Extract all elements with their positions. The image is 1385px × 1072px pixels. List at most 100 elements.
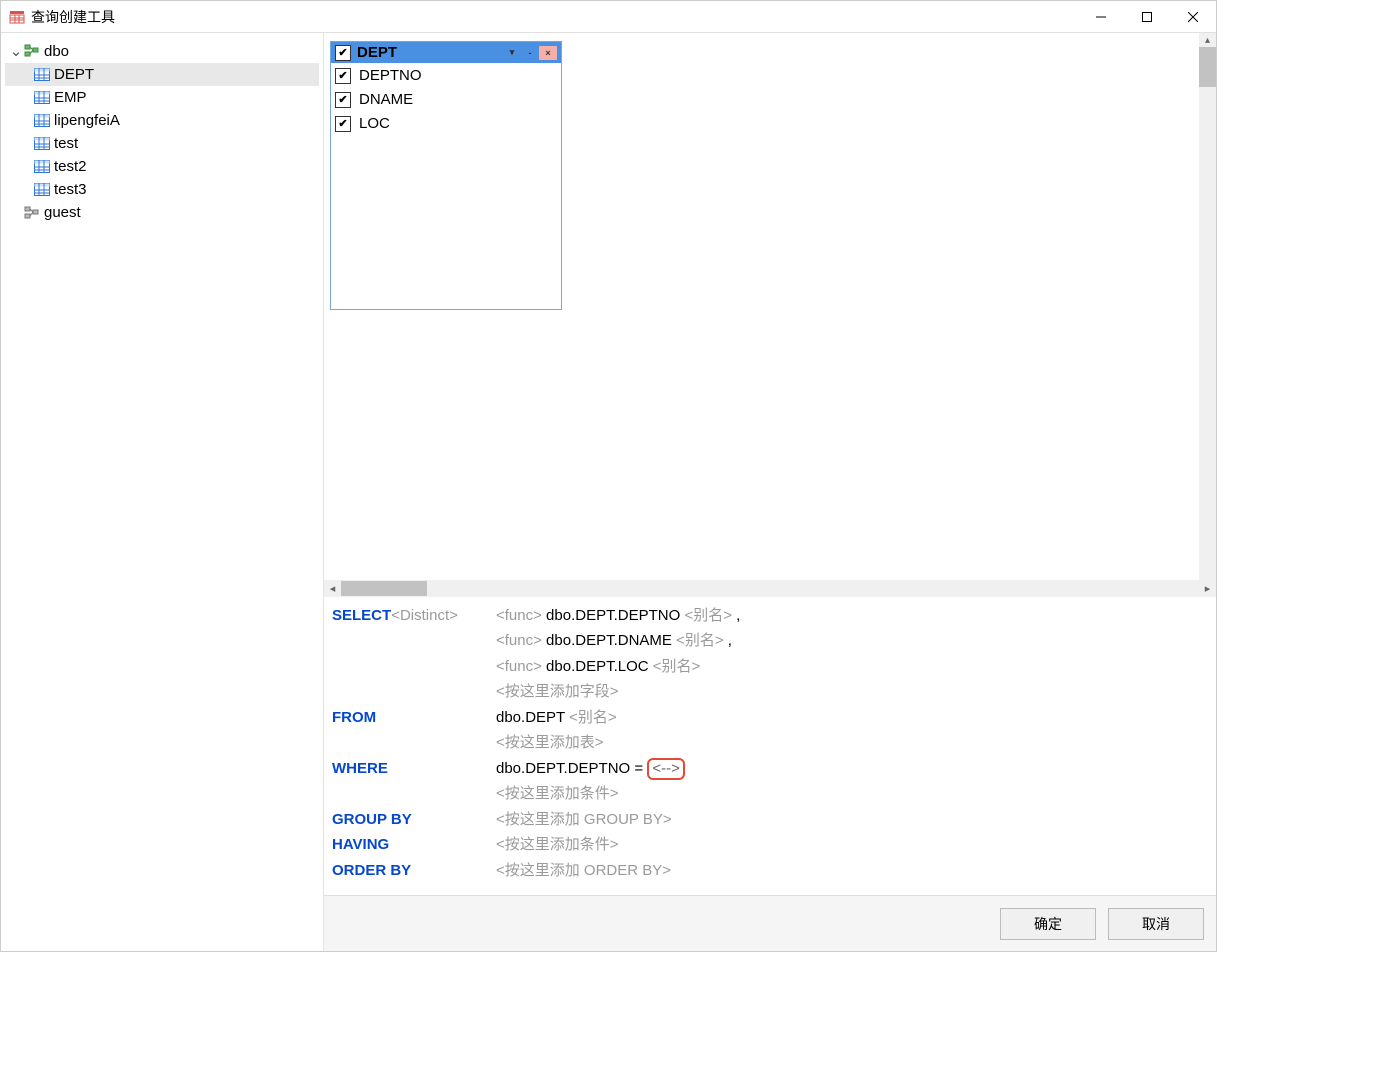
- scrollbar-thumb[interactable]: [1199, 47, 1216, 87]
- main-area: ✔ DEPT ▾ - × ✔ DEPTNO: [323, 33, 1216, 951]
- tree-item-guest[interactable]: guest: [5, 201, 319, 224]
- footer: 确定 取消: [324, 895, 1216, 951]
- tree-item-label: lipengfeiA: [54, 112, 120, 129]
- tree-root-label: dbo: [44, 43, 69, 60]
- select-field[interactable]: dbo.DEPT.DNAME: [546, 632, 672, 649]
- select-field-row[interactable]: <func> dbo.DEPT.LOC <别名>: [496, 654, 1208, 680]
- where-value-placeholder[interactable]: <-->: [647, 758, 685, 780]
- table-box-close-icon[interactable]: ×: [539, 46, 557, 60]
- column-checkbox[interactable]: ✔: [335, 116, 351, 132]
- table-icon: [33, 68, 51, 82]
- window-title: 查询创建工具: [31, 7, 1078, 27]
- maximize-button[interactable]: [1124, 1, 1170, 33]
- where-cond-row[interactable]: dbo.DEPT.DEPTNO = <-->: [496, 756, 1208, 782]
- add-having-hint[interactable]: <按这里添加条件>: [496, 832, 1208, 858]
- add-field-hint[interactable]: <按这里添加字段>: [496, 679, 1208, 705]
- column-name: DNAME: [359, 91, 413, 108]
- add-condition-hint[interactable]: <按这里添加条件>: [496, 781, 1208, 807]
- tree-root-dbo[interactable]: ⌄ dbo: [5, 39, 319, 63]
- column-row[interactable]: ✔ DEPTNO: [331, 63, 561, 87]
- comma: ,: [728, 632, 732, 649]
- sql-having-row: HAVING <按这里添加条件>: [332, 832, 1208, 858]
- groupby-keyword[interactable]: GROUP BY: [332, 807, 496, 833]
- minimize-button[interactable]: [1078, 1, 1124, 33]
- column-name: LOC: [359, 115, 390, 132]
- scroll-up-icon[interactable]: ▴: [1199, 33, 1216, 47]
- table-box-menu-icon[interactable]: ▾: [503, 46, 521, 60]
- design-canvas[interactable]: ✔ DEPT ▾ - × ✔ DEPTNO: [324, 33, 1216, 580]
- chevron-down-icon: ⌄: [9, 42, 23, 60]
- alias-hint[interactable]: <别名>: [676, 632, 724, 649]
- tree-item-emp[interactable]: EMP: [5, 86, 319, 109]
- select-field-row[interactable]: <func> dbo.DEPT.DEPTNO <别名> ,: [496, 603, 1208, 629]
- select-all-checkbox[interactable]: ✔: [335, 45, 351, 61]
- func-hint[interactable]: <func>: [496, 607, 542, 624]
- select-field-row[interactable]: <func> dbo.DEPT.DNAME <别名> ,: [496, 628, 1208, 654]
- func-hint[interactable]: <func>: [496, 658, 542, 675]
- scroll-left-icon[interactable]: ◂: [324, 580, 341, 597]
- from-body: dbo.DEPT <别名> <按这里添加表>: [496, 705, 1208, 756]
- add-orderby-hint[interactable]: <按这里添加 ORDER BY>: [496, 858, 1208, 884]
- tree-item-label: test: [54, 135, 78, 152]
- titlebar: 查询创建工具: [1, 1, 1216, 33]
- select-field[interactable]: dbo.DEPT.DEPTNO: [546, 607, 680, 624]
- select-body: <func> dbo.DEPT.DEPTNO <别名> , <func> dbo…: [496, 603, 1208, 705]
- comma: ,: [736, 607, 740, 624]
- tree-item-lipengfeia[interactable]: lipengfeiA: [5, 109, 319, 132]
- where-keyword[interactable]: WHERE: [332, 756, 496, 807]
- schema-icon: [23, 44, 41, 58]
- add-table-hint[interactable]: <按这里添加表>: [496, 730, 1208, 756]
- having-keyword[interactable]: HAVING: [332, 832, 496, 858]
- cancel-button[interactable]: 取消: [1108, 908, 1204, 940]
- tree-item-test3[interactable]: test3: [5, 178, 319, 201]
- add-groupby-hint[interactable]: <按这里添加 GROUP BY>: [496, 807, 1208, 833]
- where-op[interactable]: =: [634, 760, 647, 777]
- schema-icon: [23, 206, 41, 220]
- tree-item-label: guest: [44, 204, 81, 221]
- tree-item-dept[interactable]: DEPT: [5, 63, 319, 86]
- column-row[interactable]: ✔ LOC: [331, 111, 561, 135]
- tree-item-test[interactable]: test: [5, 132, 319, 155]
- sql-where-row: WHERE dbo.DEPT.DEPTNO = <--> <按这里添加条件>: [332, 756, 1208, 807]
- tree-item-label: EMP: [54, 89, 87, 106]
- scroll-right-icon[interactable]: ▸: [1199, 580, 1216, 597]
- scrollbar-thumb[interactable]: [341, 581, 427, 596]
- scrollbar-track[interactable]: [341, 580, 1199, 597]
- from-keyword[interactable]: FROM: [332, 705, 496, 756]
- alias-hint[interactable]: <别名>: [569, 709, 617, 726]
- distinct-hint[interactable]: <Distinct>: [391, 607, 458, 624]
- column-row[interactable]: ✔ DNAME: [331, 87, 561, 111]
- ok-button[interactable]: 确定: [1000, 908, 1096, 940]
- close-button[interactable]: [1170, 1, 1216, 33]
- tree-item-label: test3: [54, 181, 87, 198]
- schema-tree: ⌄ dbo DEPT EMP lipengfeiA test: [1, 33, 323, 951]
- sql-orderby-row: ORDER BY <按这里添加 ORDER BY>: [332, 858, 1208, 884]
- alias-hint[interactable]: <别名>: [653, 658, 701, 675]
- table-box-title: DEPT: [357, 44, 397, 61]
- table-box-min-icon[interactable]: -: [521, 46, 539, 60]
- tree-item-test2[interactable]: test2: [5, 155, 319, 178]
- body: ⌄ dbo DEPT EMP lipengfeiA test: [1, 33, 1216, 951]
- select-field[interactable]: dbo.DEPT.LOC: [546, 658, 649, 675]
- app-icon: [9, 9, 25, 25]
- column-checkbox[interactable]: ✔: [335, 92, 351, 108]
- table-icon: [33, 160, 51, 174]
- func-hint[interactable]: <func>: [496, 632, 542, 649]
- sql-groupby-row: GROUP BY <按这里添加 GROUP BY>: [332, 807, 1208, 833]
- table-box-dept[interactable]: ✔ DEPT ▾ - × ✔ DEPTNO: [330, 41, 562, 310]
- alias-hint[interactable]: <别名>: [684, 607, 732, 624]
- table-box-columns: ✔ DEPTNO ✔ DNAME ✔ LOC: [331, 63, 561, 309]
- orderby-keyword[interactable]: ORDER BY: [332, 858, 496, 884]
- from-table-row[interactable]: dbo.DEPT <别名>: [496, 705, 1208, 731]
- where-field[interactable]: dbo.DEPT.DEPTNO: [496, 760, 630, 777]
- table-box-header[interactable]: ✔ DEPT ▾ - ×: [331, 42, 561, 63]
- table-icon: [33, 114, 51, 128]
- column-checkbox[interactable]: ✔: [335, 68, 351, 84]
- sql-pane: SELECT<Distinct> <func> dbo.DEPT.DEPTNO …: [324, 597, 1216, 896]
- table-icon: [33, 91, 51, 105]
- select-keyword[interactable]: SELECT<Distinct>: [332, 603, 496, 705]
- tree-item-label: DEPT: [54, 66, 94, 83]
- horizontal-scrollbar[interactable]: ◂ ▸: [324, 580, 1216, 597]
- vertical-scrollbar[interactable]: ▴: [1199, 33, 1216, 580]
- from-table[interactable]: dbo.DEPT: [496, 709, 565, 726]
